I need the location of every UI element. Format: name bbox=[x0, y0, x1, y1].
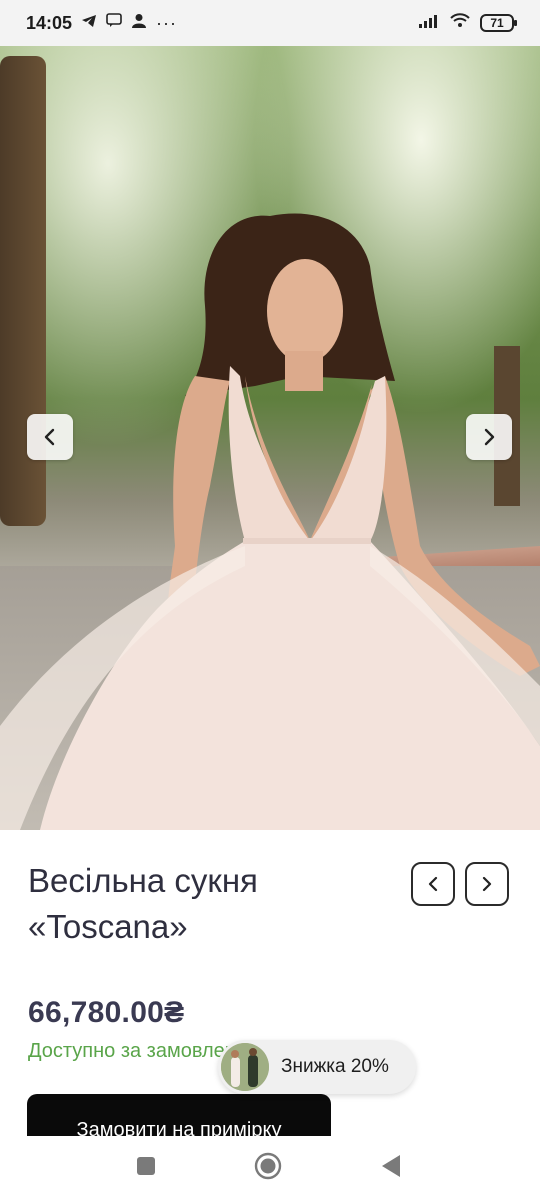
chevron-left-icon bbox=[428, 876, 438, 892]
chat-icon bbox=[106, 13, 122, 33]
order-fitting-button[interactable]: Замовити на примірку bbox=[27, 1094, 331, 1136]
product-title-line: «Toscana» bbox=[28, 908, 188, 945]
gallery-next-button[interactable] bbox=[466, 414, 512, 460]
previous-product-button[interactable] bbox=[411, 862, 455, 906]
more-dots-icon: ··· bbox=[156, 12, 178, 33]
status-time: 14:05 bbox=[26, 12, 73, 33]
model-in-wedding-dress bbox=[0, 213, 540, 830]
wifi-icon bbox=[450, 13, 470, 33]
discount-label: Знижка 20% bbox=[281, 1056, 389, 1077]
recent-apps-icon[interactable] bbox=[136, 1156, 156, 1181]
home-icon[interactable] bbox=[254, 1152, 282, 1185]
product-price: 66,780.00₴ bbox=[28, 996, 185, 1029]
product-title-line: Весільна сукня bbox=[28, 862, 258, 899]
next-product-button[interactable] bbox=[465, 862, 509, 906]
chevron-left-icon bbox=[44, 428, 55, 446]
signal-icon bbox=[418, 13, 440, 33]
back-icon[interactable] bbox=[380, 1154, 402, 1183]
gallery-prev-button[interactable] bbox=[27, 414, 73, 460]
user-icon bbox=[131, 13, 147, 33]
discount-thumbnail bbox=[221, 1043, 269, 1091]
battery-icon: 71 bbox=[480, 14, 517, 32]
product-image[interactable] bbox=[0, 46, 540, 830]
discount-popup[interactable]: Знижка 20% bbox=[218, 1040, 416, 1094]
chevron-right-icon bbox=[482, 876, 492, 892]
chevron-right-icon bbox=[484, 428, 495, 446]
product-title: Весільна сукня «Toscana» bbox=[28, 858, 388, 950]
status-bar: 14:05 ··· 71 bbox=[0, 0, 540, 46]
order-fitting-label: Замовити на примірку bbox=[76, 1119, 282, 1136]
telegram-icon bbox=[81, 13, 97, 33]
